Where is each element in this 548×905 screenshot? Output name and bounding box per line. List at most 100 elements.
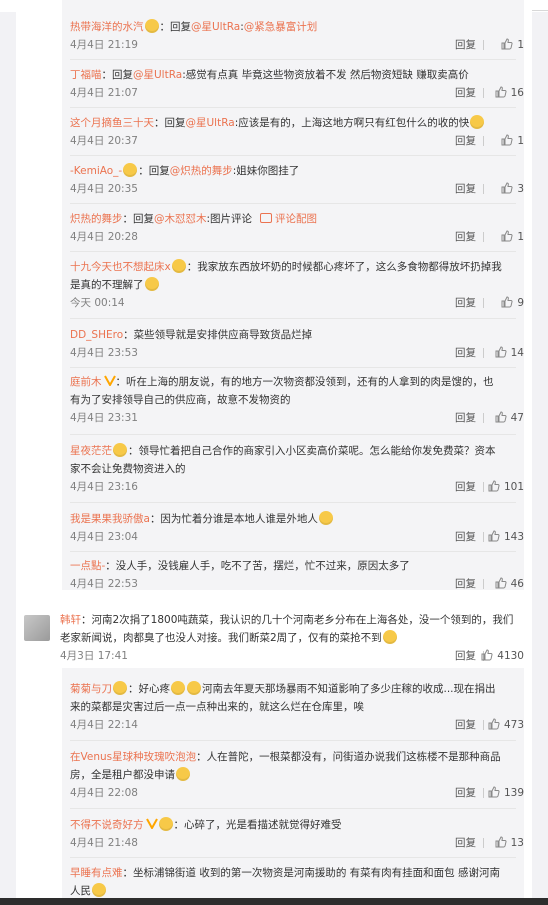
list-item: 星夜茫茫 ：领导忙着把自己合作的商家引入小区卖高价菜呢。怎么能给你发免费菜？资本 … — [70, 442, 524, 496]
username-link[interactable]: 韩轩 — [60, 614, 81, 626]
username-link[interactable]: 我是果果我骄傲a — [70, 513, 150, 525]
username-link[interactable]: 星夜茫茫 — [70, 445, 112, 457]
thumbs-up-icon — [501, 296, 513, 308]
thumbs-up-icon — [495, 86, 507, 98]
crying-emoji-icon — [187, 681, 201, 695]
list-item: 这个月摘鱼三十天：回复@星UltRa:应该是有的，上海这地方啊只有红包什么的收的… — [70, 114, 524, 150]
like-button[interactable]: 46 — [486, 575, 524, 593]
timestamp: 4月4日 21:19 — [70, 39, 138, 51]
list-item: 早睡有点难：坐标浦锦街道 收到的第一次物资是河南援助的 有菜有肉有挂面和面包 感… — [70, 867, 501, 897]
username-link[interactable]: 十九今天也不想起床x — [70, 261, 171, 273]
username-link[interactable]: 热带海洋的水汽 — [70, 21, 144, 33]
like-button[interactable]: 3 — [486, 180, 524, 198]
username-link[interactable]: 炽热的舞步 — [70, 213, 123, 225]
list-item: 丁福喵：回复@星UltRa:感觉有点真 毕竟这些物资放着不发 然后物资短缺 赚取… — [70, 66, 524, 102]
comments-panel: 热带海洋的水汽 ：回复@星UltRa:@紧急暴富计划 4月4日 21:19 回复 1 … — [16, 0, 532, 898]
reply-button[interactable]: 回复 — [455, 84, 476, 102]
list-item: 我是果果我骄傲a：因为忙着分谁是本地人谁是外地人 4月4日 23:04 回复 143 — [70, 510, 524, 546]
list-item: 一点點-：没人手，没钱雇人手，吃不了苦，摆烂，忙不过来，原因太多了 4月4日 2… — [70, 557, 524, 593]
member-badge-icon — [144, 19, 159, 33]
reply-button[interactable]: 回复 — [455, 294, 476, 312]
thumbs-up-icon — [495, 836, 507, 848]
mention-link[interactable]: @星UltRa — [133, 69, 182, 81]
taskbar — [0, 898, 548, 905]
like-button[interactable]: 47 — [486, 409, 524, 427]
username-link[interactable]: 庭前木 — [70, 376, 102, 388]
member-badge-icon — [158, 817, 173, 831]
verified-v-icon — [103, 375, 116, 386]
thumbs-up-icon — [501, 38, 513, 50]
reply-button[interactable]: 回复 — [455, 478, 476, 496]
member-badge-icon — [113, 681, 127, 695]
member-badge-icon — [113, 443, 127, 457]
like-button[interactable]: 4130 — [480, 647, 524, 665]
thumbs-up-icon — [495, 411, 507, 423]
thumbs-up-icon — [488, 480, 500, 492]
crying-emoji-icon — [171, 681, 185, 695]
username-link[interactable]: 早睡有点难 — [70, 867, 123, 879]
like-button[interactable]: 1 — [486, 132, 524, 150]
like-button[interactable]: 143 — [486, 528, 524, 546]
smile-emoji-icon — [470, 115, 485, 129]
thumbs-up-icon — [481, 649, 493, 661]
username-link[interactable]: 这个月摘鱼三十天 — [70, 117, 154, 129]
username-link[interactable]: -KemiAo_- — [70, 165, 122, 177]
reply-button[interactable]: 回复 — [455, 528, 476, 546]
thumbs-up-icon — [488, 530, 500, 542]
username-link[interactable]: 在Venus星球种玫瑰吹泡泡 — [70, 751, 196, 763]
reply-button[interactable]: 回复 — [455, 228, 476, 246]
reply-button[interactable]: 回复 — [455, 716, 476, 734]
reply-button[interactable]: 回复 — [455, 409, 476, 427]
avatar[interactable] — [24, 615, 50, 641]
like-button[interactable]: 101 — [486, 478, 524, 496]
mention-link[interactable]: @木怼怼木 — [154, 213, 207, 225]
list-item: DD_SHEro：菜些领导就是安排供应商导致货品烂掉 4月4日 23:53 回复 1… — [70, 326, 524, 362]
thumbs-up-icon — [495, 577, 507, 589]
username-link[interactable]: DD_SHEro — [70, 329, 123, 341]
thumbs-up-icon — [488, 718, 500, 730]
username-link[interactable]: 丁福喵 — [70, 69, 102, 81]
main-comment: 韩轩：河南2次捐了1800吨蔬菜，我认识的几十个河南老乡分布在上海各处，没一个领… — [60, 611, 524, 665]
username-link[interactable]: 菊菊与刀 — [70, 683, 112, 695]
username-link[interactable]: 不得不说奇好方 — [70, 819, 144, 831]
reply-button[interactable]: 回复 — [455, 36, 476, 54]
thumbs-up-icon — [501, 182, 513, 194]
emoji-icon — [92, 883, 106, 897]
reply-button[interactable]: 回复 — [455, 344, 476, 362]
mention-link[interactable]: @星UltRa — [186, 117, 235, 129]
list-item: 不得不说奇好方 ：心碎了，光是看描述就觉得好难受 4月4日 21:48 回复 13 — [70, 816, 524, 852]
like-button[interactable]: 1 — [486, 36, 524, 54]
like-button[interactable]: 1 — [486, 228, 524, 246]
like-button[interactable]: 14 — [486, 344, 524, 362]
crying-emoji-icon — [144, 277, 159, 291]
thumbs-up-icon — [495, 346, 507, 358]
reply-button[interactable]: 回复 — [455, 180, 476, 198]
thumbs-up-icon — [488, 786, 500, 798]
mention-link[interactable]: @星UltRa — [191, 21, 240, 33]
view-image-link[interactable]: 评论配图 — [275, 213, 317, 225]
thumbs-up-icon — [501, 230, 513, 242]
like-button[interactable]: 139 — [486, 784, 524, 802]
list-item: 十九今天也不想起床x ：我家放东西放坏奶的时候都心疼坏了，这么多食物都得放坏扔掉我… — [70, 258, 524, 312]
member-badge-icon — [123, 163, 138, 177]
reply-button[interactable]: 回复 — [455, 132, 476, 150]
comment-text: ：回复 — [159, 21, 192, 33]
like-button[interactable]: 9 — [486, 294, 524, 312]
reply-button[interactable]: 回复 — [455, 834, 476, 852]
like-button[interactable]: 16 — [486, 84, 524, 102]
reply-button[interactable]: 回复 — [455, 647, 476, 665]
list-item: 庭前木 ：听在上海的朋友说，有的地方一次物资都没领到，还有的人拿到的肉是馊的，也 … — [70, 373, 524, 427]
username-link[interactable]: 一点點- — [70, 560, 105, 572]
image-icon — [260, 213, 273, 223]
like-button[interactable]: 473 — [486, 716, 524, 734]
reply-button[interactable]: 回复 — [455, 575, 476, 593]
smile-emoji-icon — [318, 511, 333, 525]
mention-link[interactable]: @炽热的舞步 — [170, 165, 233, 177]
list-item: 菊菊与刀 ：好心疼 河南去年夏天那场暴雨不知道影响了多少庄稼的收成...现在捐出 来… — [70, 680, 524, 734]
crying-emoji-icon — [382, 630, 397, 644]
like-button[interactable]: 13 — [486, 834, 524, 852]
list-item: 炽热的舞步：回复@木怼怼木:图片评论 评论配图 4月4日 20:28 回复 1 — [70, 210, 524, 246]
mention-link[interactable]: @紧急暴富计划 — [244, 21, 318, 33]
reply-button[interactable]: 回复 — [455, 784, 476, 802]
list-item: 在Venus星球种玫瑰吹泡泡：人在普陀，一根菜都没有，问街道办说我们这栋楼不是那… — [70, 748, 524, 802]
